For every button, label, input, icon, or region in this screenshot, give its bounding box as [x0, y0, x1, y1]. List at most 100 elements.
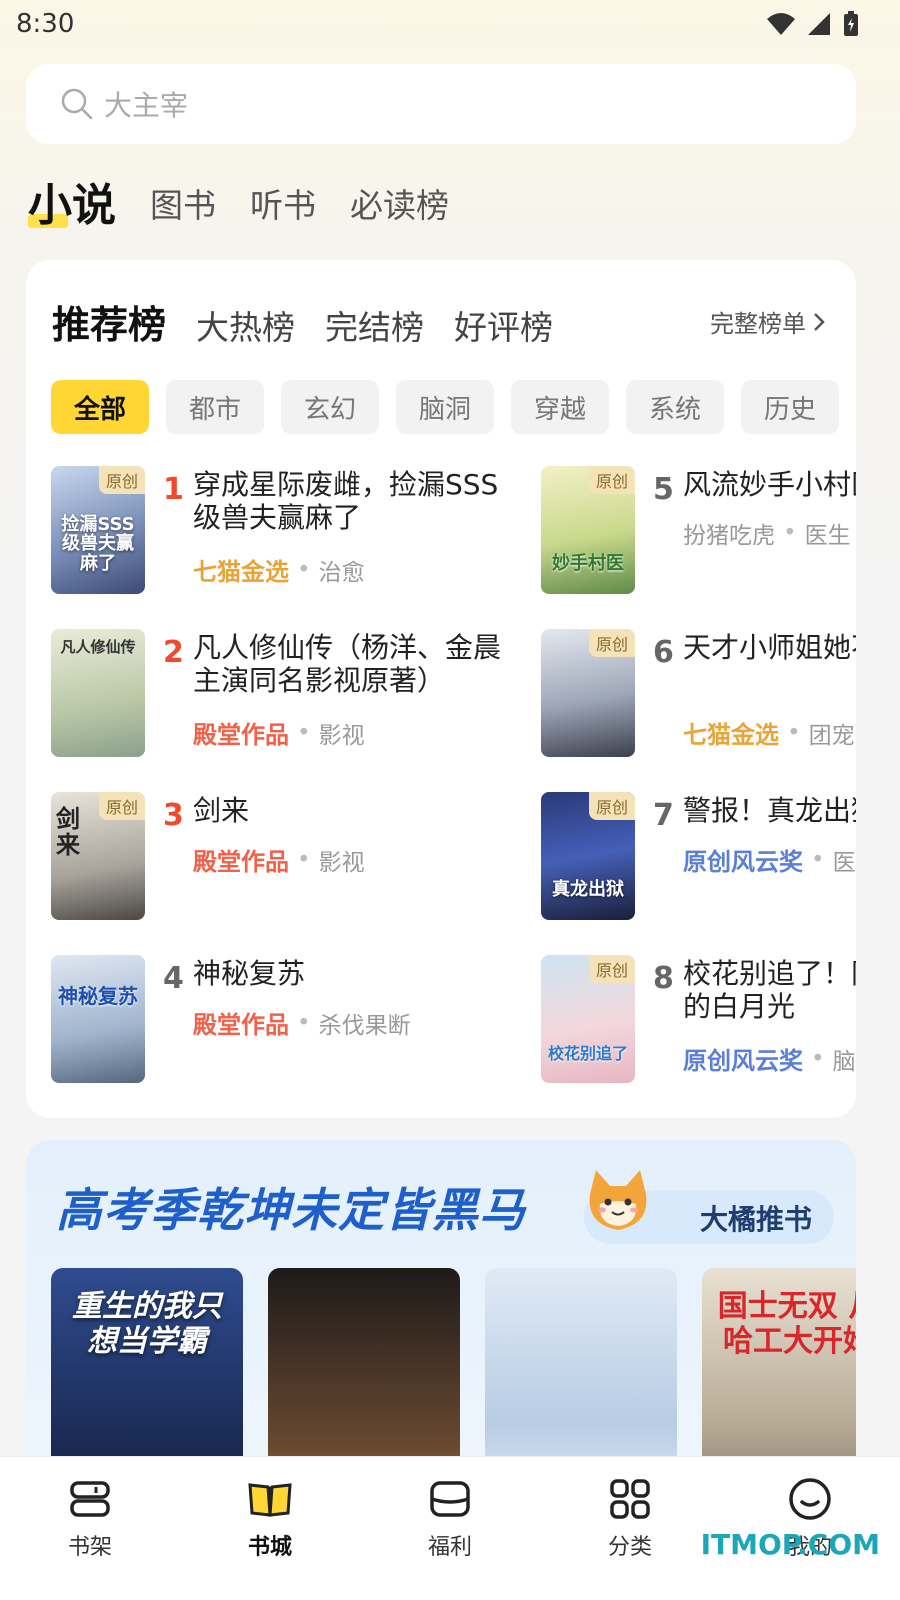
book-item[interactable]: 神秘复苏 4 神秘复苏 殿堂作品 • 杀伐果断	[51, 955, 511, 1085]
tab-audiobooks[interactable]: 听书	[250, 176, 316, 236]
promo-banner[interactable]: 高考季乾坤未定皆黑马 大橘推书 重生的我只想当学霸 最强 我的 国士无双 从哈工…	[26, 1140, 856, 1480]
book-badge: 殿堂作品	[193, 848, 289, 876]
book-cover: 神秘复苏	[51, 955, 145, 1083]
nav-label: 福利	[427, 1535, 472, 1560]
rank-tab-hot[interactable]: 大热榜	[196, 301, 295, 349]
book-genre: 脑洞	[832, 1048, 856, 1075]
cover-title: 校花别追了	[547, 1044, 628, 1064]
promo-badge-label: 大橘推书	[699, 1203, 812, 1236]
book-cover: 原创 捡漏SSS级兽夫赢麻了	[51, 466, 145, 594]
nav-bookshelf[interactable]: 书架	[0, 1457, 180, 1600]
book-badge: 七猫金选	[683, 721, 779, 749]
book-title: 校花别追了！同桌才是我的白月光	[683, 957, 856, 1023]
separator-dot: •	[297, 846, 311, 873]
rank-tab-recommended[interactable]: 推荐榜	[52, 294, 166, 349]
rank-number: 2	[163, 635, 184, 670]
rank-tab-top-rated[interactable]: 好评榜	[454, 301, 553, 349]
genre-chips: 全部 都市 玄幻 脑洞 穿越 系统 历史	[51, 380, 839, 434]
book-cover: 原创 剑来	[51, 792, 145, 920]
cover-title: 神秘复苏	[58, 984, 138, 1008]
promo-book[interactable]: 重生的我只想当学霸	[51, 1268, 243, 1480]
promo-badge[interactable]: 大橘推书	[584, 1170, 834, 1244]
book-badge: 原创风云奖	[683, 1047, 803, 1075]
bookshelf-icon	[70, 1481, 110, 1517]
promo-book-title: 国士无双 从哈工大开始	[717, 1289, 856, 1359]
tab-books[interactable]: 图书	[150, 176, 216, 236]
smile-icon	[789, 1478, 831, 1520]
separator-dot: •	[811, 1045, 825, 1072]
battery-icon	[844, 11, 858, 36]
nav-label: 书城	[247, 1535, 292, 1560]
original-tag: 原创	[588, 466, 635, 494]
book-item[interactable]: 凡人修仙传 2 凡人修仙传（杨洋、金晨主演同名影视原著） 殿堂作品 • 影视	[51, 629, 511, 759]
cover-title: 剑来	[56, 805, 80, 860]
promo-book[interactable]: 国士无双 从哈工大开始	[702, 1268, 856, 1480]
book-genre: 医生	[832, 849, 856, 876]
promo-book[interactable]: 最强	[268, 1268, 460, 1480]
chip-brainhole[interactable]: 脑洞	[396, 380, 494, 434]
chip-system[interactable]: 系统	[626, 380, 724, 434]
chip-fantasy[interactable]: 玄幻	[281, 380, 379, 434]
book-item[interactable]: 原创 妙手村医 5 风流妙手小村医 扮猪吃虎 • 医生	[541, 466, 856, 596]
book-item[interactable]: 原创 真龙出狱 7 警报！真龙出狱 原创风云奖 • 医生	[541, 792, 856, 922]
book-genre: 医生	[804, 523, 851, 549]
promo-book-title: 重生的我只想当学霸	[72, 1289, 222, 1359]
book-meta: 扮猪吃虎 • 医生	[683, 516, 851, 550]
original-tag: 原创	[98, 466, 145, 494]
tab-novel[interactable]: 小说	[28, 176, 116, 236]
nav-bookstore[interactable]: 书城	[180, 1457, 360, 1600]
grid-icon	[610, 1479, 650, 1519]
book-cover: 原创 校花别追了	[541, 955, 635, 1083]
search-input[interactable]: 大主宰	[104, 84, 188, 124]
book-title: 凡人修仙传（杨洋、金晨主演同名影视原著）	[193, 631, 502, 697]
book-item[interactable]: 原创 捡漏SSS级兽夫赢麻了 1 穿成星际废雌，捡漏SSS级兽夫赢麻了 七猫金选…	[51, 466, 511, 596]
status-bar: 8:30	[0, 0, 900, 50]
rank-number: 3	[163, 798, 184, 833]
chip-history[interactable]: 历史	[741, 380, 839, 434]
rank-number: 4	[163, 961, 184, 996]
separator-dot: •	[297, 719, 311, 746]
promo-book-list: 重生的我只想当学霸 最强 我的 国士无双 从哈工大开始	[51, 1268, 856, 1480]
rank-number: 6	[653, 635, 674, 670]
book-meta: 原创风云奖 • 医生	[683, 842, 856, 877]
open-book-icon	[248, 1483, 292, 1517]
book-meta: 殿堂作品 • 杀伐果断	[193, 1005, 411, 1040]
rank-number: 8	[653, 961, 674, 996]
chip-all[interactable]: 全部	[51, 380, 149, 434]
book-title: 穿成星际废雌，捡漏SSS级兽夫赢麻了	[193, 468, 499, 534]
status-time: 8:30	[16, 9, 75, 39]
rank-number: 5	[653, 472, 674, 507]
search-bar[interactable]: 大主宰	[26, 64, 856, 144]
book-meta: 原创风云奖 • 脑洞	[683, 1041, 856, 1076]
separator-dot: •	[783, 520, 797, 546]
book-genre: 杀伐果断	[318, 1012, 411, 1039]
book-genre: 影视	[318, 722, 365, 749]
nav-rewards[interactable]: 福利	[360, 1457, 540, 1600]
book-meta: 七猫金选 • 治愈	[193, 552, 365, 587]
nav-categories[interactable]: 分类	[540, 1457, 720, 1600]
book-badge: 殿堂作品	[193, 1011, 289, 1039]
cover-title: 凡人修仙传	[60, 638, 136, 656]
ranking-card: 推荐榜 大热榜 完结榜 好评榜 完整榜单 全部 都市 玄幻 脑洞 穿越 系统 历…	[26, 260, 856, 1118]
original-tag: 原创	[588, 955, 635, 983]
tab-must-read[interactable]: 必读榜	[350, 176, 449, 236]
full-list-link[interactable]: 完整榜单	[710, 304, 826, 339]
book-title: 剑来	[193, 794, 250, 827]
chip-urban[interactable]: 都市	[166, 380, 264, 434]
rank-tab-completed[interactable]: 完结榜	[325, 301, 424, 349]
full-list-label: 完整榜单	[710, 310, 806, 338]
separator-dot: •	[297, 1009, 311, 1036]
main-tabs: 小说 图书 听书 必读榜	[28, 176, 449, 236]
chevron-right-icon	[814, 312, 825, 331]
book-tag: 扮猪吃虎	[683, 523, 775, 549]
promo-title: 高考季乾坤未定皆黑马	[56, 1183, 526, 1237]
book-item[interactable]: 原创 校花别追了 8 校花别追了！同桌才是我的白月光 原创风云奖 • 脑洞	[541, 955, 856, 1085]
book-genre: 团宠	[808, 722, 855, 749]
chip-time-travel[interactable]: 穿越	[511, 380, 609, 434]
promo-book[interactable]: 我的	[485, 1268, 677, 1480]
book-item[interactable]: 原创 6 天才小师姐她不是人物 七猫金选 • 团宠	[541, 629, 856, 759]
book-item[interactable]: 原创 剑来 3 剑来 殿堂作品 • 影视	[51, 792, 511, 922]
cover-title: 妙手村医	[552, 553, 624, 575]
book-genre: 影视	[318, 849, 365, 876]
rank-number: 7	[653, 798, 674, 833]
